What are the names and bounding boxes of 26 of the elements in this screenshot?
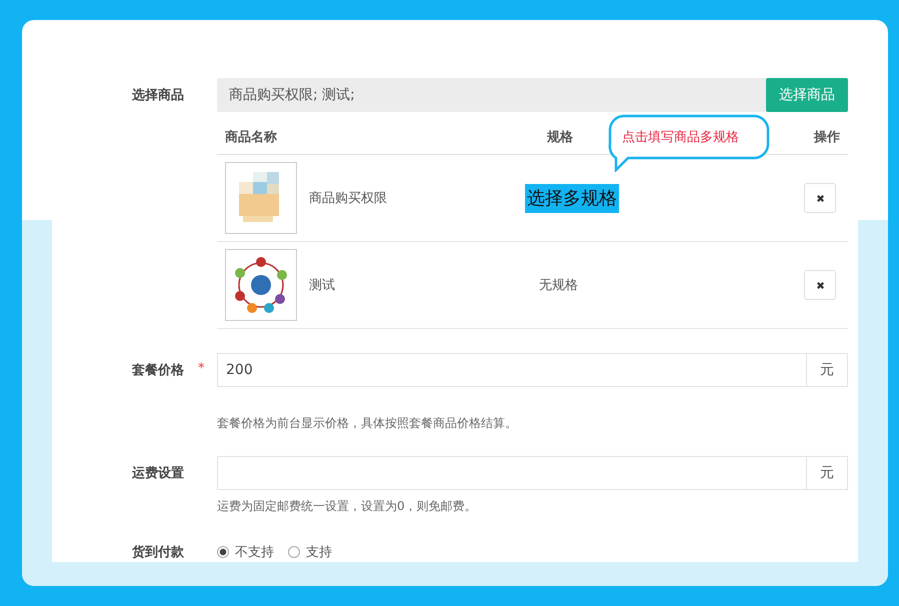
help-text: 运费为固定邮费统一设置，设置为0，则免邮费。 [217, 498, 478, 515]
help-text: 套餐价格为前台显示价格，具体按照套餐商品价格结算。 [217, 415, 518, 432]
remove-button[interactable] [804, 183, 836, 213]
spec-text: 无规格 [539, 278, 578, 293]
close-icon [816, 194, 824, 202]
selected-goods-field[interactable]: 商品购买权限; 测试; [217, 78, 766, 112]
tooltip-text: 点击填写商品多规格 [622, 129, 739, 146]
field-label: 套餐价格 [132, 362, 184, 379]
field-label: 运费设置 [132, 465, 184, 482]
remove-button[interactable] [804, 270, 836, 300]
column-header: 操作 [812, 129, 841, 146]
cycle-diagram-thumbnail [225, 249, 297, 321]
radio-option[interactable]: 支持 [288, 543, 332, 561]
column-header: 规格 [546, 130, 574, 145]
field-label: 货到付款 [132, 544, 185, 561]
goods-name: 测试 [309, 277, 335, 294]
required-mark: * [198, 361, 204, 378]
column-header: 商品名称 [224, 130, 278, 145]
goods-name: 商品购买权限 [309, 190, 387, 207]
select-spec-link[interactable]: 选择多规格 [525, 184, 619, 213]
radio-option[interactable]: 不支持 [217, 543, 274, 561]
shipping-input-field[interactable]: 元 [217, 456, 848, 490]
blurred-thumbnail [225, 162, 297, 234]
close-icon [816, 280, 824, 290]
price-input-field[interactable]: 200 元 [217, 353, 848, 387]
field-label: 选择商品 [132, 86, 185, 104]
